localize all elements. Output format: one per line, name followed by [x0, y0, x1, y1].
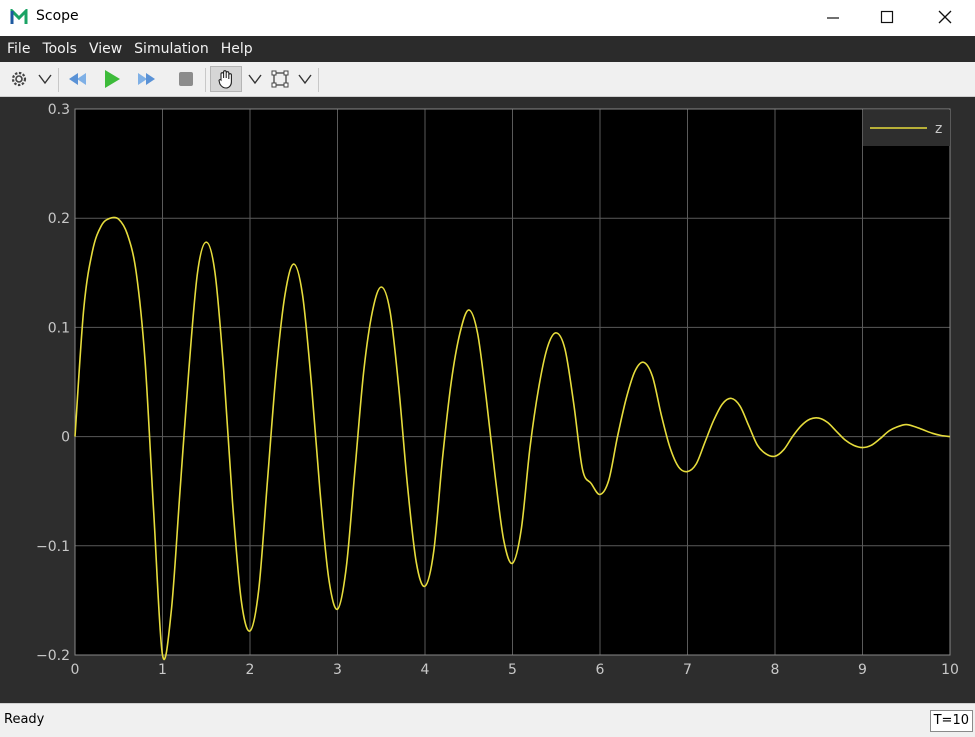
x-tick-label: 8: [771, 662, 780, 678]
y-tick-label: −0.1: [36, 539, 70, 555]
status-bar: Ready T=10: [0, 703, 975, 737]
pan-button[interactable]: [210, 66, 242, 92]
stop-icon: [179, 72, 193, 86]
x-tick-label: 6: [596, 662, 605, 678]
step-forward-button[interactable]: [136, 68, 160, 90]
legend-label: z: [935, 121, 942, 137]
menu-file[interactable]: File: [0, 36, 35, 62]
x-tick-label: 4: [421, 662, 430, 678]
y-tick-label: −0.2: [36, 648, 70, 664]
settings-dropdown[interactable]: [36, 68, 54, 90]
x-tick-label: 9: [858, 662, 867, 678]
minimize-button[interactable]: [806, 0, 860, 34]
x-tick-label: 5: [508, 662, 517, 678]
stop-button[interactable]: [174, 68, 198, 90]
y-tick-label: 0: [61, 430, 70, 446]
step-back-button[interactable]: [64, 68, 88, 90]
minimize-icon: [827, 17, 839, 19]
x-tick-label: 0: [71, 662, 80, 678]
close-icon: [938, 10, 952, 24]
play-icon: [105, 70, 120, 88]
step-forward-icon: [138, 73, 155, 85]
menu-help[interactable]: Help: [214, 36, 258, 62]
scope-window: Scope File Tools View Simulation Help 0 …: [0, 0, 975, 737]
x-tick-label: 3: [333, 662, 342, 678]
x-tick-label: 1: [158, 662, 167, 678]
title-bar: Scope: [0, 0, 975, 36]
pan-dropdown[interactable]: [246, 68, 264, 90]
step-back-icon: [69, 73, 86, 85]
zoom-box-icon: [271, 70, 289, 88]
y-tick-label: 0.2: [48, 211, 70, 227]
toolbar-separator: [205, 68, 206, 92]
menu-bar: File Tools View Simulation Help: [0, 36, 975, 62]
pan-hand-icon: [218, 70, 232, 89]
menu-view[interactable]: View: [82, 36, 127, 62]
gear-icon: [11, 71, 27, 87]
window-title: Scope: [36, 8, 79, 24]
close-button[interactable]: [918, 0, 972, 34]
app-logo-icon: [10, 9, 28, 24]
simulation-time: T=10: [929, 710, 973, 732]
menu-tools[interactable]: Tools: [35, 36, 82, 62]
toolbar: [0, 62, 975, 97]
chevron-down-icon: [298, 74, 312, 85]
play-button[interactable]: [100, 68, 124, 90]
menu-simulation[interactable]: Simulation: [127, 36, 214, 62]
toolbar-separator: [318, 68, 319, 92]
zoom-dropdown[interactable]: [296, 68, 314, 90]
maximize-button[interactable]: [860, 0, 914, 34]
settings-button[interactable]: [8, 68, 30, 90]
chevron-down-icon: [38, 74, 52, 85]
toolbar-separator: [58, 68, 59, 92]
x-tick-label: 7: [683, 662, 692, 678]
scope-plot[interactable]: 0 1 2 3 4 5 6 7 8 9 10 −0.2 −0.1 0 0.1 0.2 0.3 z: [0, 97, 975, 703]
x-tick-label: 2: [246, 662, 255, 678]
maximize-icon: [880, 10, 894, 24]
chevron-down-icon: [248, 74, 262, 85]
status-text: Ready: [4, 712, 45, 727]
x-tick-label: 10: [941, 662, 959, 678]
zoom-box-button[interactable]: [268, 68, 292, 90]
y-tick-label: 0.1: [48, 320, 70, 336]
y-tick-label: 0.3: [48, 102, 70, 118]
